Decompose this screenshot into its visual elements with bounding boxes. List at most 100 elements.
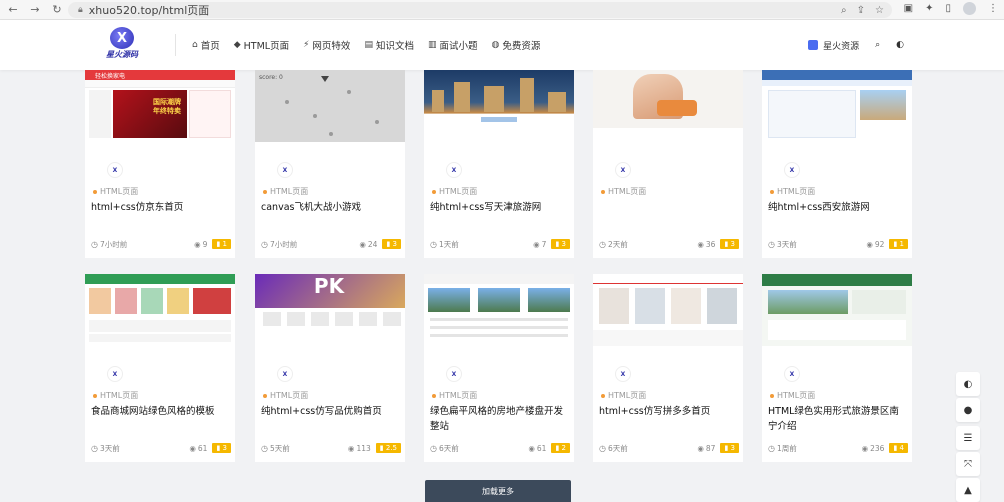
- nav-item-4[interactable]: ▥ 面试小题: [428, 38, 478, 52]
- post-category[interactable]: HTML页面: [770, 186, 815, 197]
- post-category[interactable]: HTML页面: [93, 390, 138, 401]
- back-to-top-icon[interactable]: ▲: [956, 478, 980, 502]
- post-card[interactable]: X HTML页面 纯html+css写天津旅游网 ◷ 1天前 ◉ 7 ▮ 3: [424, 70, 574, 258]
- post-card[interactable]: X HTML页面 纯html+css西安旅游网 ◷ 3天前 ◉ 92 ▮ 1: [762, 70, 912, 258]
- nav-item-label: 网页特效: [312, 41, 351, 52]
- post-title[interactable]: 纯html+css西安旅游网: [768, 200, 908, 215]
- menu-dots-icon[interactable]: ⋮: [988, 3, 998, 14]
- author-avatar[interactable]: X: [446, 162, 462, 178]
- post-title[interactable]: 食品商城网站绿色风格的模板: [91, 404, 231, 419]
- post-views: ◉ 87: [697, 444, 715, 453]
- post-thumbnail[interactable]: [593, 274, 743, 346]
- reload-icon[interactable]: ↻: [48, 1, 66, 19]
- post-card[interactable]: X HTML页面 HTML绿色实用形式旅游景区南宁介绍 ◷ 1周前 ◉ 236 ▮ 4: [762, 274, 912, 462]
- author-avatar[interactable]: X: [446, 366, 462, 382]
- back-icon[interactable]: ←: [4, 1, 22, 19]
- post-thumbnail[interactable]: score: 0: [255, 70, 405, 142]
- chart-icon: ▥: [427, 40, 437, 50]
- qq-icon[interactable]: ●: [956, 398, 980, 422]
- address-bar[interactable]: 🔒︎ xhuo520.top/html页面 ⌕ ⇪ ☆: [68, 2, 892, 18]
- user-label: 星火资源: [823, 41, 860, 52]
- post-card[interactable]: X HTML页面 html+css仿写拼多多首页 ◷ 6天前 ◉ 87 ▮ 3: [593, 274, 743, 462]
- post-thumbnail[interactable]: [85, 274, 235, 346]
- eye-icon: ◉: [866, 239, 873, 249]
- logo-mark-icon: X: [110, 27, 134, 49]
- expand-icon[interactable]: ⤧: [956, 452, 980, 476]
- post-meta: ◷ 3天前 ◉ 61 ▮ 3: [91, 442, 231, 454]
- post-card[interactable]: X HTML页面 食品商城网站绿色风格的模板 ◷ 3天前 ◉ 61 ▮ 3: [85, 274, 235, 462]
- post-card[interactable]: PK X HTML页面纯html+css仿写品优购首页 ◷ 5天前 ◉ 113 ▮ 2.5: [255, 274, 405, 462]
- post-thumbnail[interactable]: [762, 274, 912, 346]
- puzzle-icon[interactable]: ✦: [925, 3, 933, 14]
- post-title[interactable]: canvas飞机大战小游戏: [261, 200, 401, 215]
- share-icon[interactable]: ⇪: [857, 5, 865, 16]
- post-thumbnail[interactable]: 轻松换家电 国际潮牌 年终特卖: [85, 70, 235, 142]
- post-card[interactable]: score: 0 X HTML页面 canvas飞机大战小游戏 ◷ 7小时前 ◉ 24 ▮ 3: [255, 70, 405, 258]
- author-avatar[interactable]: X: [784, 162, 800, 178]
- post-meta: ◷ 5天前 ◉ 113 ▮ 2.5: [261, 442, 401, 454]
- post-title[interactable]: HTML绿色实用形式旅游景区南宁介绍: [768, 404, 908, 434]
- nav-item-0[interactable]: ⌂ 首页: [192, 38, 220, 52]
- view-count: 61: [197, 443, 208, 453]
- post-thumbnail[interactable]: PK: [255, 274, 405, 346]
- thumbnail-image: score: 0: [255, 70, 405, 142]
- post-card[interactable]: 轻松换家电 国际潮牌 年终特卖 X HTML页面 html+css仿京东首页 ◷ 7小时前 ◉ 9…: [85, 70, 235, 258]
- price-badge: ▮ 3: [720, 239, 739, 249]
- post-thumbnail[interactable]: [424, 274, 574, 346]
- view-count: 7: [541, 239, 547, 249]
- nav-item-2[interactable]: ⚡ 网页特效: [303, 38, 350, 52]
- author-avatar[interactable]: X: [107, 162, 123, 178]
- post-time: 2天前: [607, 239, 628, 249]
- zoom-icon[interactable]: ⌕: [841, 5, 847, 16]
- nav-item-label: 知识文档: [375, 41, 414, 52]
- nav-item-3[interactable]: ▤ 知识文档: [364, 38, 414, 52]
- post-time: 3天前: [776, 239, 797, 249]
- post-thumbnail[interactable]: [593, 70, 743, 142]
- profile-avatar[interactable]: [963, 2, 976, 15]
- post-category[interactable]: HTML页面: [432, 390, 477, 401]
- clock-icon: ◷: [599, 443, 606, 453]
- bookmark-star-icon[interactable]: ☆: [875, 5, 884, 16]
- post-category[interactable]: HTML页面: [263, 186, 308, 197]
- theme-icon[interactable]: ◐: [896, 40, 904, 50]
- author-avatar[interactable]: X: [784, 366, 800, 382]
- nav-item-1[interactable]: ◆ HTML页面: [234, 38, 289, 52]
- post-thumbnail[interactable]: [762, 70, 912, 142]
- theme-toggle-icon[interactable]: ◐: [956, 372, 980, 396]
- post-card[interactable]: X HTML页面 绿色扁平风格的房地产楼盘开发整站 ◷ 6天前 ◉ 61 ▮ 2: [424, 274, 574, 462]
- post-category[interactable]: HTML页面: [601, 390, 646, 401]
- post-category[interactable]: HTML页面: [432, 186, 477, 197]
- post-category[interactable]: HTML页面: [93, 186, 138, 197]
- post-title[interactable]: 纯html+css仿写品优购首页: [261, 404, 401, 419]
- post-category[interactable]: HTML页面: [770, 390, 815, 401]
- price-badge: ▮ 3: [212, 443, 231, 453]
- category-label: HTML页面: [100, 391, 139, 400]
- author-avatar[interactable]: X: [277, 366, 293, 382]
- post-title[interactable]: 纯html+css写天津旅游网: [430, 200, 570, 215]
- clock-icon: ◷: [768, 239, 775, 249]
- header-actions: 星火资源 ⌕ ◐: [808, 20, 904, 70]
- search-icon[interactable]: ⌕: [875, 40, 880, 50]
- nav-item-5[interactable]: ◍ 免费资源: [492, 38, 541, 52]
- category-label: HTML页面: [608, 391, 647, 400]
- author-avatar[interactable]: X: [615, 162, 631, 178]
- post-thumbnail[interactable]: [424, 70, 574, 142]
- post-card[interactable]: X HTML页面 ◷ 2天前 ◉ 36 ▮ 3: [593, 70, 743, 258]
- post-title[interactable]: html+css仿京东首页: [91, 200, 231, 215]
- extension-icon[interactable]: ▣: [904, 3, 913, 14]
- site-logo[interactable]: X 星火源码: [104, 27, 140, 63]
- author-avatar[interactable]: X: [615, 366, 631, 382]
- user-menu[interactable]: 星火资源: [808, 39, 859, 52]
- post-title[interactable]: 绿色扁平风格的房地产楼盘开发整站: [430, 404, 570, 434]
- author-avatar[interactable]: X: [277, 162, 293, 178]
- post-title[interactable]: html+css仿写拼多多首页: [599, 404, 739, 419]
- category-label: HTML页面: [439, 391, 478, 400]
- author-avatar[interactable]: X: [107, 366, 123, 382]
- sidebar-icon[interactable]: ▯: [945, 3, 951, 14]
- forward-icon[interactable]: →: [26, 1, 44, 19]
- category-label: HTML页面: [270, 391, 309, 400]
- list-icon[interactable]: ☰: [956, 426, 980, 450]
- post-category[interactable]: HTML页面: [263, 390, 308, 401]
- load-more-button[interactable]: 加载更多: [425, 480, 571, 502]
- post-category[interactable]: HTML页面: [601, 186, 646, 197]
